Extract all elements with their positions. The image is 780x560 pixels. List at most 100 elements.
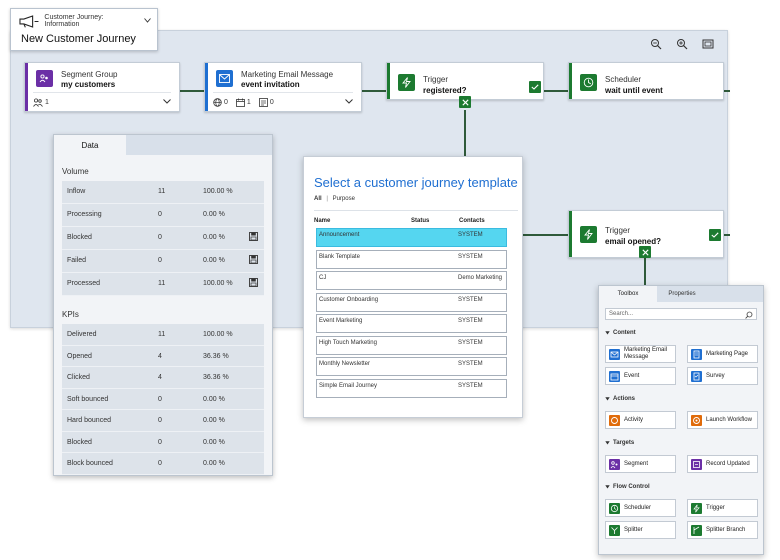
journey-designer: Segment Group my customers 1 Marketing E…: [0, 0, 780, 560]
tile-separator: [33, 92, 171, 93]
form-selector-label[interactable]: Customer Journey: Information: [44, 14, 138, 28]
metric-label: Processed: [67, 280, 101, 287]
toolbox-item-label: Survey: [706, 372, 725, 379]
volume-row: Blocked 0 0.00 %: [62, 227, 264, 250]
metric-label: Blocked: [67, 234, 92, 241]
toolbox-search-input[interactable]: Search...: [605, 308, 757, 320]
toolbox-item-label: Scheduler: [624, 504, 652, 511]
filter-purpose[interactable]: Purpose: [333, 196, 355, 202]
template-name: Announcement: [319, 232, 360, 238]
calendar-count: 1: [246, 99, 251, 106]
fit-to-screen-icon[interactable]: [701, 37, 715, 51]
globe-icon: [213, 98, 222, 107]
toolbox-item[interactable]: Marketing Email Message: [605, 345, 676, 363]
toolbox-section-label: Actions: [613, 396, 636, 402]
yes-branch-icon[interactable]: [529, 81, 541, 93]
segment-group-tile[interactable]: Segment Group my customers 1: [24, 62, 180, 112]
calendar-stat: 1: [236, 98, 251, 107]
toolbox-section-title[interactable]: Content: [605, 330, 636, 336]
toolbox-item[interactable]: Segment: [605, 455, 676, 473]
column-header-name[interactable]: Name: [314, 218, 330, 224]
connector-line: [180, 90, 204, 92]
tab-properties[interactable]: Properties: [657, 286, 707, 302]
column-header-status[interactable]: Status: [411, 218, 429, 224]
zoom-out-icon[interactable]: [649, 37, 663, 51]
toolbox-item[interactable]: Launch Workflow: [687, 411, 758, 429]
template-contacts: SYSTEM: [458, 253, 483, 260]
forms-count: 0: [269, 99, 274, 106]
form-icon: [258, 98, 268, 107]
template-name: Monthly Newsletter: [319, 361, 371, 367]
template-name: Blank Template: [319, 253, 360, 260]
toolbox-section-label: Content: [613, 330, 636, 336]
kpi-row: Block bounced 0 0.00 %: [62, 453, 264, 475]
toolbox-item[interactable]: Marketing Page: [687, 345, 758, 363]
zoom-in-icon[interactable]: [675, 37, 689, 51]
connector-line: [464, 110, 466, 156]
toolbox-item-label: Splitter: [624, 526, 643, 533]
volume-row: Inflow 11 100.00 %: [62, 181, 264, 204]
metric-percent: 0.00 %: [203, 460, 225, 467]
email-message-tile[interactable]: Marketing Email Message event invitation…: [204, 62, 362, 112]
template-row[interactable]: Announcement SYSTEM: [316, 228, 507, 247]
tile-type: Trigger: [423, 75, 449, 84]
template-contacts: Demo Marketing: [458, 275, 503, 281]
metric-count: 0: [158, 417, 162, 424]
template-row[interactable]: Simple Email Journey SYSTEM: [316, 378, 507, 398]
toolbox-item[interactable]: Event: [605, 367, 676, 385]
scheduler-tile[interactable]: Scheduler wait until event: [568, 62, 724, 100]
template-row[interactable]: High Touch Marketing SYSTEM: [316, 335, 507, 355]
chevron-down-icon[interactable]: [163, 99, 171, 106]
template-name: CJ: [319, 275, 327, 281]
toolbox-item[interactable]: Trigger: [687, 499, 758, 517]
save-icon[interactable]: [249, 255, 258, 266]
toolbox-section-title[interactable]: Targets: [605, 440, 634, 446]
save-icon[interactable]: [249, 278, 258, 289]
no-branch-icon[interactable]: [459, 96, 471, 108]
toolbox-item[interactable]: Scheduler: [605, 499, 676, 517]
no-branch-icon[interactable]: [639, 246, 651, 258]
filter-all[interactable]: All: [314, 196, 322, 202]
activity-icon: [609, 414, 620, 426]
tab-data[interactable]: Data: [54, 135, 126, 155]
kpi-row: Soft bounced 0 0.00 %: [62, 389, 264, 410]
template-row[interactable]: Blank Template SYSTEM: [316, 249, 507, 269]
trigger-tile[interactable]: Trigger registered?: [386, 62, 544, 100]
template-row[interactable]: CJ Demo Marketing: [316, 271, 507, 290]
tile-separator: [213, 92, 353, 93]
template-row[interactable]: Customer Onboarding SYSTEM: [316, 292, 507, 312]
toolbox-item[interactable]: Survey: [687, 367, 758, 385]
connector-line: [724, 234, 730, 236]
template-row[interactable]: Event Marketing SYSTEM: [316, 314, 507, 333]
toolbox-item[interactable]: Activity: [605, 411, 676, 429]
toolbox-item-label: Trigger: [706, 504, 725, 511]
column-header-contacts[interactable]: Contacts: [459, 218, 485, 224]
scheduler-icon: [580, 74, 597, 91]
volume-row: Processing 0 0.00 %: [62, 204, 264, 227]
tile-name: registered?: [423, 86, 467, 95]
template-name: High Touch Marketing: [319, 339, 377, 346]
metric-count: 4: [158, 374, 162, 381]
toolbox-item[interactable]: Splitter: [605, 521, 676, 539]
metric-label: Inflow: [67, 188, 86, 195]
tab-toolbox[interactable]: Toolbox: [599, 286, 657, 302]
chevron-down-icon[interactable]: [345, 99, 353, 106]
tile-type: Trigger: [605, 226, 631, 235]
toolbox-panel: Toolbox Properties Search... Content Mark…: [598, 285, 764, 555]
toolbox-item[interactable]: Record Updated: [687, 455, 758, 473]
metric-percent: 36.36 %: [203, 374, 229, 381]
toolbox-item-label: Launch Workflow: [706, 416, 752, 423]
chevron-down-icon[interactable]: [144, 17, 151, 25]
record-icon: [691, 458, 702, 470]
yes-branch-icon[interactable]: [709, 229, 721, 241]
toolbox-section-title[interactable]: Actions: [605, 396, 635, 402]
toolbox-section-title[interactable]: Flow Control: [605, 484, 650, 490]
metric-percent: 0.00 %: [203, 211, 225, 218]
toolbox-item[interactable]: Splitter Branch: [687, 521, 758, 539]
save-icon[interactable]: [249, 232, 258, 243]
template-row[interactable]: Monthly Newsletter SYSTEM: [316, 357, 507, 376]
header-top-row: Customer Journey: Information: [19, 14, 151, 28]
filter-separator: |: [326, 196, 328, 202]
forms-stat: 0: [258, 98, 274, 107]
chevron-down-icon: [605, 485, 610, 489]
